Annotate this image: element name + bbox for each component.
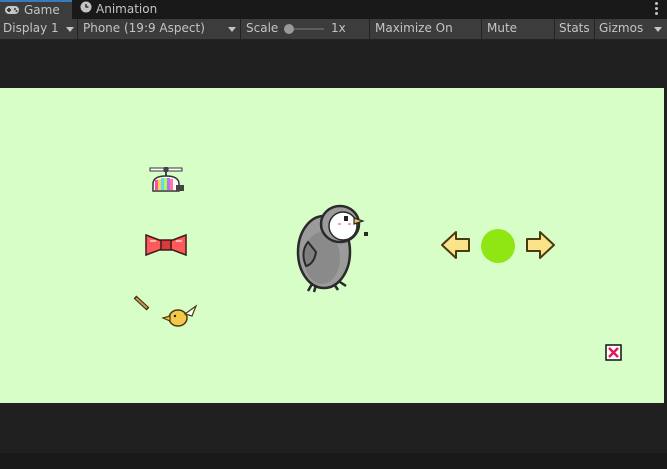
animation-clock-icon [80,0,92,19]
aspect-dropdown[interactable]: Phone (19:9 Aspect) [79,19,241,39]
viewport-letterbox-top [0,40,667,88]
left-arrow-button[interactable] [440,229,472,261]
chevron-down-icon [66,27,74,32]
mute-audio-button[interactable]: Mute Audio [483,19,555,54]
game-view-toolbar: Display 1 Phone (19:9 Aspect) Scale 1x M… [0,19,667,54]
wand-and-bird-icon[interactable] [132,294,200,332]
red-bowtie-icon[interactable] [144,232,188,258]
editor-tab-bar: Game Animation [0,0,667,19]
status-strip [0,453,667,469]
maximize-on-play-button[interactable]: Maximize On Play [371,19,482,54]
tab-animation[interactable]: Animation [80,0,180,19]
close-x-button[interactable] [605,344,622,361]
scale-label: Scale [246,21,279,35]
chevron-down-icon [228,27,236,32]
gizmos-label: Gizmos [599,21,644,35]
aspect-dropdown-label: Phone (19:9 Aspect) [83,21,205,35]
green-action-button[interactable] [481,229,515,263]
more-options-icon[interactable] [655,2,659,16]
stats-label: Stats [559,21,590,35]
propeller-hat-icon[interactable] [146,166,186,194]
game-viewport[interactable] [0,88,664,403]
stats-button[interactable]: Stats [556,19,595,39]
tab-animation-label: Animation [96,2,158,16]
scale-control: Scale 1x [242,19,370,39]
gizmos-dropdown[interactable]: Gizmos [596,19,667,39]
viewport-letterbox-bottom [0,403,667,453]
chevron-down-icon [654,27,662,32]
display-dropdown[interactable]: Display 1 [0,19,78,39]
right-arrow-button[interactable] [524,229,556,261]
display-dropdown-label: Display 1 [3,21,59,35]
tab-game[interactable]: Game [0,0,72,19]
gray-penguin-character[interactable] [294,196,372,294]
scale-slider-knob[interactable] [284,24,294,34]
scale-value: 1x [331,21,346,35]
gamepad-icon [4,3,20,19]
tab-game-label: Game [24,3,60,17]
